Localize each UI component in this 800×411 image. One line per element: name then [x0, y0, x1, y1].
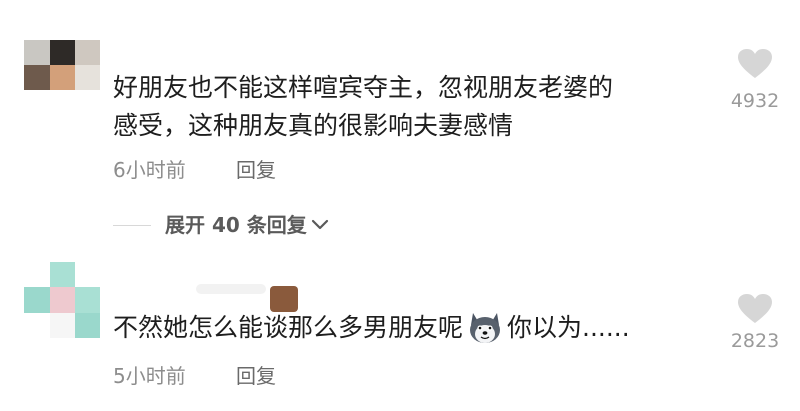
husky-emoji-icon	[470, 313, 501, 343]
chevron-down-icon	[311, 219, 328, 230]
expand-replies-label: 展开 40 条回复	[165, 213, 307, 237]
heart-icon[interactable]	[737, 293, 773, 325]
avatar-tile	[75, 40, 100, 65]
comment-time: 5小时前	[113, 364, 186, 388]
avatar-tile	[50, 40, 75, 65]
avatar[interactable]	[24, 40, 100, 90]
expand-replies-button[interactable]: 展开 40 条回复	[165, 213, 329, 237]
divider	[113, 225, 151, 226]
avatar[interactable]	[24, 262, 100, 338]
avatar-tile	[50, 262, 75, 287]
avatar-tile	[50, 313, 75, 338]
like-count: 4932	[730, 90, 780, 112]
avatar-tile	[24, 65, 50, 90]
username-placeholder[interactable]	[196, 284, 266, 294]
reply-button[interactable]: 回复	[236, 364, 276, 388]
reply-button[interactable]: 回复	[236, 158, 276, 182]
like-count: 2823	[730, 330, 780, 352]
avatar-tile	[75, 65, 100, 90]
heart-icon[interactable]	[737, 48, 773, 80]
comment-text-line: 感受，这种朋友真的很影响夫妻感情	[113, 111, 514, 140]
avatar-tile	[24, 40, 50, 65]
avatar-tile	[75, 313, 100, 338]
avatar-tile	[75, 287, 100, 313]
avatar-tile	[50, 287, 75, 313]
comment-time: 6小时前	[113, 158, 186, 182]
user-badge	[270, 286, 298, 312]
comment-text-part: 你以为......	[507, 313, 630, 342]
comment-text-part: 不然她怎么能谈那么多男朋友呢	[113, 313, 464, 342]
avatar-tile	[50, 65, 75, 90]
comment-text: 不然她怎么能谈那么多男朋友呢 你以为......	[113, 310, 630, 346]
avatar-tile	[24, 287, 50, 313]
comment-text-line: 好朋友也不能这样喧宾夺主，忽视朋友老婆的	[113, 73, 614, 102]
